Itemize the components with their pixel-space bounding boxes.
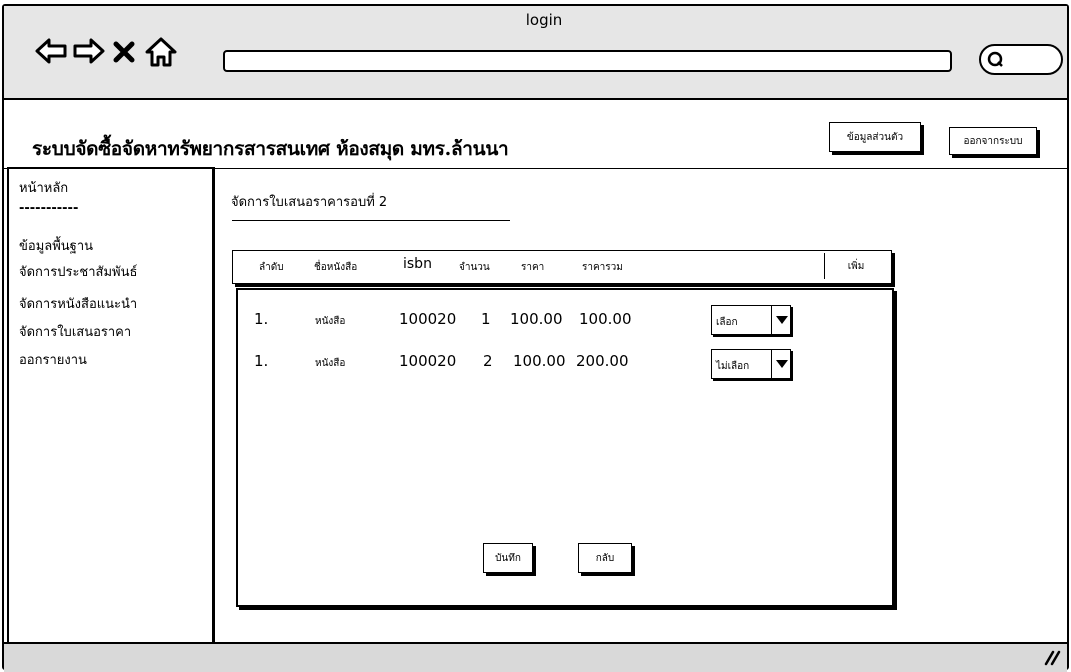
row-1-book-name: หนังสือ (315, 316, 346, 327)
sidebar-item-recommended-books[interactable]: จัดการหนังสือแนะนำ (19, 293, 137, 314)
row-2-select-dropdown[interactable]: ไม่เลือก (711, 349, 791, 379)
address-bar[interactable] (223, 50, 952, 72)
column-header-order: ลำดับ (259, 262, 284, 273)
sidebar-item-public-relations[interactable]: จัดการประชาสัมพันธ์ (19, 261, 137, 282)
row-1-select-dropdown[interactable]: เลือก (711, 305, 791, 335)
profile-button[interactable]: ข้อมูลส่วนตัว (829, 122, 921, 152)
sidebar-separator: ----------- (19, 201, 79, 216)
column-header-total: ราคารวม (582, 262, 623, 273)
row-1-quantity: 1 (481, 310, 491, 328)
row-1-select-value: เลือก (716, 317, 738, 328)
row-1-total: 100.00 (579, 310, 632, 328)
row-2-order: 1. (254, 352, 269, 370)
search-box[interactable] (979, 44, 1063, 75)
window-title: login (525, 11, 563, 29)
sidebar: หน้าหลัก ----------- ข้อมูลพื้นฐาน จัดกา… (7, 167, 215, 646)
back-arrow-icon[interactable] (34, 36, 68, 66)
back-button[interactable]: กลับ (578, 543, 632, 573)
row-2-select-value: ไม่เลือก (716, 361, 750, 372)
column-header-quantity: จำนวน (459, 262, 490, 273)
status-bar (4, 642, 1067, 672)
row-1-isbn: 100020 (399, 310, 457, 328)
sidebar-item-quotations[interactable]: จัดการใบเสนอราคา (19, 321, 131, 342)
browser-window: login ระบบจัดซื้อจัดหาทรัพยากรสารสนเทศ ห… (2, 4, 1069, 672)
chevron-down-icon[interactable] (771, 306, 790, 334)
column-header-price: ราคา (521, 262, 545, 273)
row-2-price: 100.00 (513, 352, 566, 370)
row-1-order: 1. (254, 310, 269, 328)
sidebar-item-home[interactable]: หน้าหลัก (19, 177, 68, 198)
sidebar-item-reports[interactable]: ออกรายงาน (19, 349, 87, 370)
chevron-down-icon[interactable] (771, 350, 790, 378)
forward-arrow-icon[interactable] (72, 36, 106, 66)
add-button[interactable]: เพิ่ม (824, 253, 887, 279)
section-title: จัดการใบเสนอราคารอบที่ 2 (231, 195, 388, 210)
row-1-price: 100.00 (510, 310, 563, 328)
browser-toolbar: login (4, 6, 1067, 100)
table-body: 1. หนังสือ 100020 1 100.00 100.00 เลือก … (236, 288, 894, 607)
row-2-total: 200.00 (576, 352, 629, 370)
table-header: ลำดับ ชื่อหนังสือ isbn จำนวน ราคา ราคารว… (232, 250, 892, 284)
home-icon[interactable] (144, 36, 178, 68)
page-title: ระบบจัดซื้อจัดหาทรัพยากรสารสนเทศ ห้องสมุ… (32, 138, 509, 160)
row-2-book-name: หนังสือ (315, 358, 346, 369)
column-header-book-name: ชื่อหนังสือ (314, 262, 358, 273)
row-2-isbn: 100020 (399, 352, 457, 370)
save-button[interactable]: บันทึก (483, 543, 533, 573)
section-underline (232, 220, 510, 221)
logout-button[interactable]: ออกจากระบบ (949, 127, 1037, 155)
search-icon (987, 51, 1003, 67)
resize-grip-icon[interactable] (1043, 650, 1061, 666)
row-2-quantity: 2 (483, 352, 493, 370)
sidebar-item-basic-data[interactable]: ข้อมูลพื้นฐาน (19, 235, 93, 256)
close-icon[interactable] (112, 40, 136, 64)
column-header-isbn: isbn (403, 256, 432, 272)
